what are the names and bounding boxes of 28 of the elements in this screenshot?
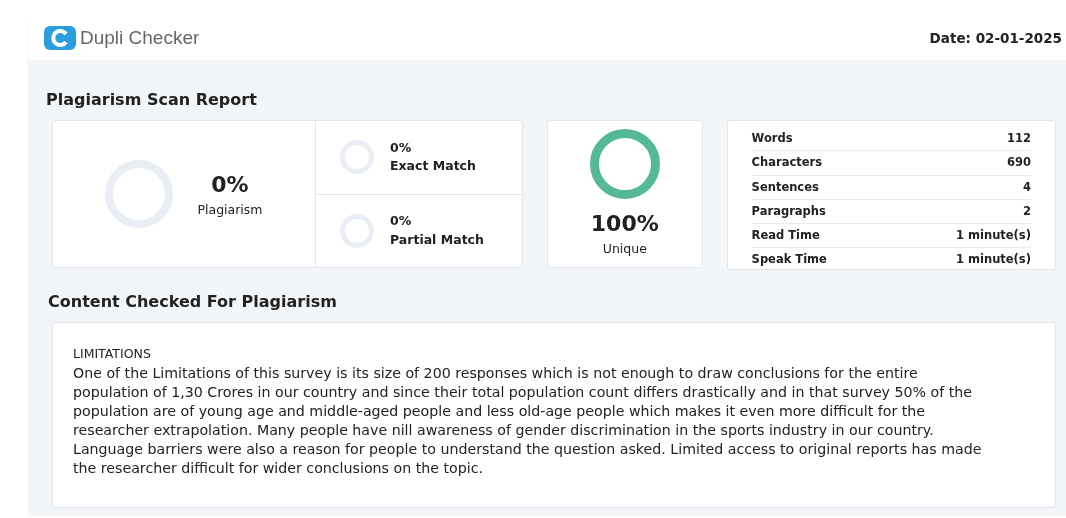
progress-ring	[589, 129, 660, 200]
content-paragraph: One of the Limitations of this survey is its size of 200 responses which is not enough to draw conclusions for the entire population of 1,30 Crores in our country and since their total population count differs drastically and in that survey 50% of the population are of young age and middle-aged people and less old-age people which makes it even more difficult for the researcher extrapolation. Many people have nill awareness of gender discrimination in the sports industry in our country. Language barriers were also a reason for people to understand the question asked. Limited access to original reports has made the researcher difficult for wider conclusions on the topic.	[73, 363, 983, 478]
logo-icon	[44, 26, 76, 50]
plagiarism-label: Plagiarism	[197, 201, 263, 220]
section-title: Plagiarism Scan Report	[46, 89, 258, 111]
stat-value: 2	[1022, 202, 1031, 220]
unique-percent: 100%	[590, 210, 659, 239]
logo-text: Dupli Checker	[80, 25, 200, 50]
stat-label: Characters	[751, 154, 823, 172]
stat-value: 690	[1006, 154, 1031, 172]
section-title: Content Checked For Plagiarism	[48, 291, 338, 313]
stat-label: Paragraphs	[751, 202, 826, 220]
stat-value: 4	[1022, 178, 1031, 196]
stat-label: Speak Time	[751, 251, 827, 269]
stat-value: 1 minute(s)	[956, 251, 1031, 269]
stat-label: Sentences	[751, 178, 819, 196]
plagiarism-percent: 0%	[210, 171, 250, 200]
stat-value: 1 minute(s)	[956, 227, 1031, 244]
match-label: Exact Match	[390, 157, 476, 176]
stat-label: Read Time	[751, 227, 820, 244]
unique-label: Unique	[602, 240, 647, 259]
match-percent: 0%	[390, 138, 413, 157]
report-date: Date: 02-01-2025	[929, 28, 1062, 48]
stat-label: Words	[751, 130, 793, 147]
match-label: Partial Match	[390, 230, 484, 249]
stat-value: 112	[1006, 130, 1031, 147]
content-heading: LIMITATIONS	[73, 345, 152, 363]
match-percent: 0%	[390, 212, 413, 230]
